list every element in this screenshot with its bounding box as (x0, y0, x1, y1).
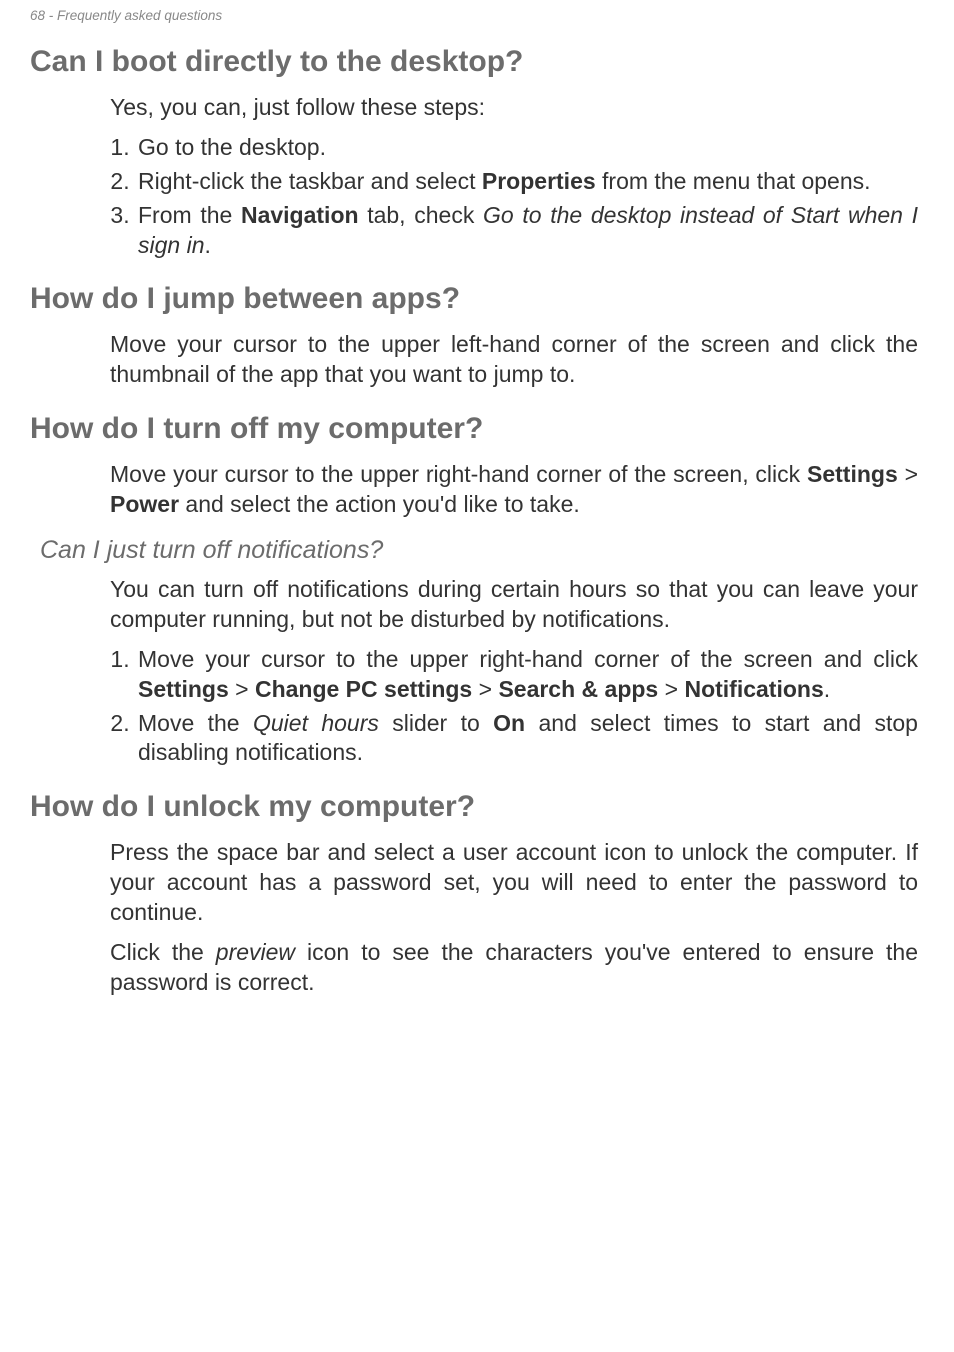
bold-text: Settings (807, 461, 898, 487)
subheading-notifications: Can I just turn off notifications? (40, 536, 924, 565)
section-body: Move your cursor to the upper right-hand… (110, 460, 918, 520)
heading-boot-desktop: Can I boot directly to the desktop? (30, 45, 924, 79)
text: > (472, 676, 498, 702)
bold-text: Navigation (241, 202, 359, 228)
section-body: Yes, you can, just follow these steps: G… (110, 93, 918, 260)
text: Move your cursor to the upper right-hand… (110, 461, 807, 487)
bold-text: On (493, 710, 525, 736)
body-text: Move your cursor to the upper left-hand … (110, 330, 918, 390)
step-text: tab, check (359, 202, 483, 228)
steps-list: Go to the desktop. Right-click the taskb… (110, 133, 918, 261)
step-text: Move your cursor to the upper right-hand… (138, 646, 918, 672)
step-item: Move your cursor to the upper right-hand… (136, 645, 918, 705)
heading-unlock: How do I unlock my computer? (30, 790, 924, 824)
step-text: Go to the desktop. (138, 134, 326, 160)
section-body: You can turn off notifications during ce… (110, 575, 918, 768)
italic-text: Quiet hours (253, 710, 379, 736)
step-text: Move the (138, 710, 253, 736)
intro-text: Yes, you can, just follow these steps: (110, 93, 918, 123)
text: > (229, 676, 255, 702)
steps-list: Move your cursor to the upper right-hand… (110, 645, 918, 769)
step-item: Go to the desktop. (136, 133, 918, 163)
body-text: You can turn off notifications during ce… (110, 575, 918, 635)
step-item: From the Navigation tab, check Go to the… (136, 201, 918, 261)
text: Click the (110, 939, 216, 965)
text: > (658, 676, 684, 702)
bold-text: Properties (482, 168, 596, 194)
bold-text: Change PC settings (255, 676, 472, 702)
document-page: { "header": "68 - Frequently asked quest… (0, 0, 954, 1048)
body-text: Press the space bar and select a user ac… (110, 838, 918, 928)
heading-jump-apps: How do I jump between apps? (30, 282, 924, 316)
step-text: From the (138, 202, 241, 228)
step-item: Move the Quiet hours slider to On and se… (136, 709, 918, 769)
text: . (824, 676, 830, 702)
section-body: Press the space bar and select a user ac… (110, 838, 918, 997)
bold-text: Settings (138, 676, 229, 702)
step-text: from the menu that opens. (596, 168, 871, 194)
text: slider to (379, 710, 493, 736)
body-text: Move your cursor to the upper right-hand… (110, 460, 918, 520)
step-item: Right-click the taskbar and select Prope… (136, 167, 918, 197)
step-text: Right-click the taskbar and select (138, 168, 482, 194)
body-text: Click the preview icon to see the charac… (110, 938, 918, 998)
bold-text: Notifications (684, 676, 823, 702)
italic-text: preview (216, 939, 295, 965)
text: and select the action you'd like to take… (179, 491, 580, 517)
heading-turn-off: How do I turn off my computer? (30, 412, 924, 446)
step-text: . (204, 232, 210, 258)
text: > (898, 461, 918, 487)
bold-text: Search & apps (498, 676, 658, 702)
page-header: 68 - Frequently asked questions (30, 8, 924, 23)
section-body: Move your cursor to the upper left-hand … (110, 330, 918, 390)
bold-text: Power (110, 491, 179, 517)
